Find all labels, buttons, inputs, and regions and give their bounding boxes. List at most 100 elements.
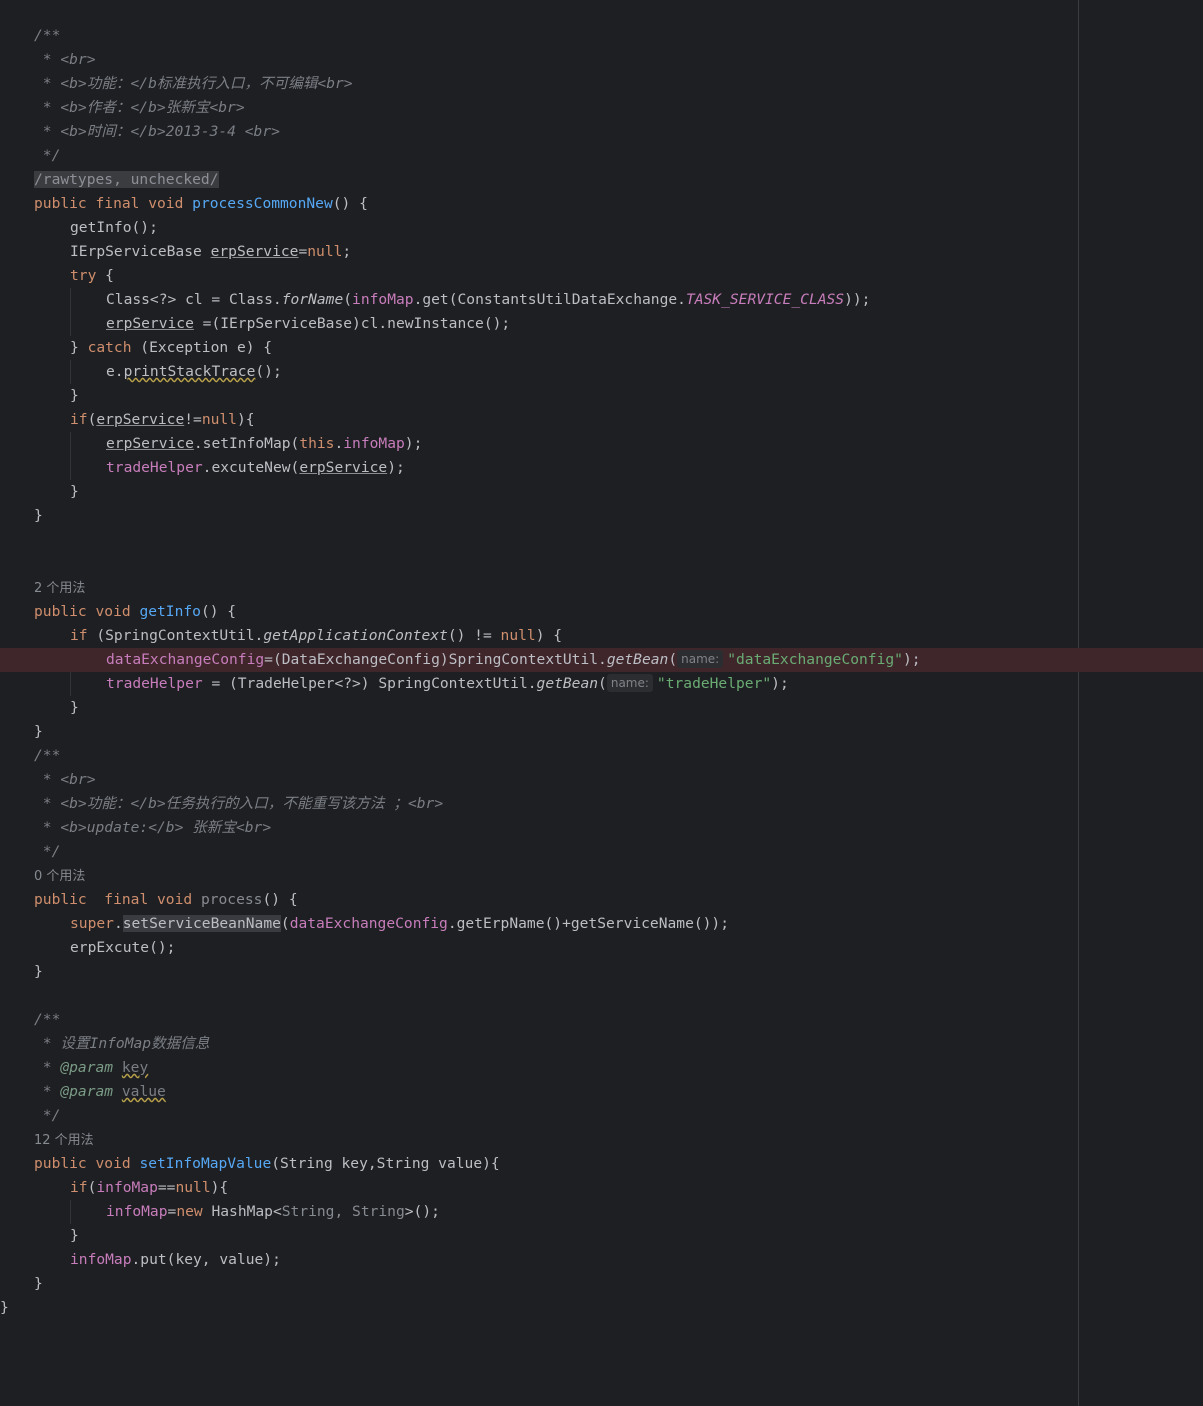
code-text: );: [771, 675, 789, 692]
code-text: }: [34, 723, 43, 740]
keyword: public void: [34, 603, 140, 620]
method-call[interactable]: setServiceBeanName: [122, 915, 281, 932]
code-line: erpService.setInfoMap(this.infoMap);: [0, 432, 1203, 456]
redundant-type-args[interactable]: String, String: [282, 1203, 405, 1220]
code-text: (String key,String value){: [271, 1155, 500, 1172]
keyword: catch: [87, 339, 132, 356]
comment-text: 标准执行入口，不可编辑: [156, 75, 318, 92]
method-name[interactable]: getInfo: [139, 603, 201, 620]
field-reference[interactable]: infoMap: [343, 435, 405, 452]
keyword: try: [70, 267, 97, 284]
comment-text: * <b>: [34, 75, 87, 92]
usages-hint[interactable]: 0 个用法: [34, 865, 85, 889]
comment-text: <br>: [209, 99, 245, 116]
static-method-call[interactable]: forName: [282, 291, 344, 308]
code-text: (: [598, 675, 607, 692]
code-text: () {: [262, 891, 298, 908]
code-vision-line: 12 个用法: [0, 1129, 1203, 1153]
code-line: * @param value: [0, 1080, 1203, 1104]
field-reference[interactable]: tradeHelper: [106, 459, 203, 476]
code-text: =: [298, 243, 308, 260]
method-name[interactable]: setInfoMapValue: [139, 1155, 271, 1172]
field-reference[interactable]: infoMap: [70, 1251, 132, 1268]
code-line: infoMap=new HashMap<String, String>();: [0, 1200, 1203, 1224]
code-text: .: [113, 915, 123, 932]
annotation-text[interactable]: /rawtypes, unchecked/: [34, 171, 219, 188]
static-method-call[interactable]: getApplicationContext: [263, 627, 448, 644]
code-line: }: [0, 1296, 1203, 1320]
local-variable[interactable]: erpService: [96, 411, 184, 428]
usages-hint[interactable]: 12 个用法: [34, 1129, 94, 1153]
javadoc-tag: @param: [60, 1059, 114, 1076]
code-line: tradeHelper.excuteNew(erpService);: [0, 456, 1203, 480]
code-line: }: [0, 384, 1203, 408]
code-line: * <b>作者：</b>张新宝<br>: [0, 96, 1203, 120]
javadoc-param-warning[interactable]: key: [122, 1059, 148, 1076]
keyword: final void: [104, 891, 201, 908]
code-line: */: [0, 144, 1203, 168]
code-text: }: [70, 699, 79, 716]
local-variable[interactable]: erpService: [106, 435, 194, 452]
code-text: () !=: [447, 627, 501, 644]
type-name[interactable]: IErpServiceBase: [70, 243, 211, 260]
string-literal: "tradeHelper": [656, 675, 772, 692]
code-line: try {: [0, 264, 1203, 288]
code-text: e.: [106, 363, 124, 380]
local-variable[interactable]: erpService: [106, 315, 194, 332]
comment-text: <br>: [407, 795, 444, 812]
method-call-warning[interactable]: printStackTrace: [124, 363, 256, 380]
code-text: (SpringContextUtil.: [87, 627, 264, 644]
code-text: {: [96, 267, 114, 284]
code-text: ();: [255, 363, 282, 380]
code-line: }: [0, 1224, 1203, 1248]
comment-text: */: [34, 147, 61, 164]
method-call[interactable]: erpExcute();: [70, 939, 175, 956]
usages-hint[interactable]: 2 个用法: [34, 577, 85, 601]
comment-text: <br>: [244, 123, 280, 140]
code-text: );: [387, 459, 405, 476]
code-line: */: [0, 840, 1203, 864]
code-line: }: [0, 960, 1203, 984]
code-text: () {: [332, 195, 368, 212]
code-text: =(DataExchangeConfig)SpringContextUtil.: [264, 651, 607, 668]
comment-text: * <br>: [34, 51, 96, 68]
method-call[interactable]: getInfo();: [70, 219, 158, 236]
field-reference[interactable]: tradeHelper: [106, 675, 203, 692]
comment-text: <br>: [235, 819, 272, 836]
code-line: /**: [0, 1008, 1203, 1032]
code-text: }: [70, 483, 79, 500]
comment-text: * <b>: [34, 819, 87, 836]
static-method-call[interactable]: getBean: [607, 651, 669, 668]
comment-text: *: [34, 1059, 61, 1076]
javadoc-tag: @param: [60, 1083, 114, 1100]
code-text: }: [34, 963, 43, 980]
keyword: if: [70, 627, 88, 644]
code-vision-line: 0 个用法: [0, 865, 1203, 889]
local-variable[interactable]: erpService: [211, 243, 299, 260]
field-reference[interactable]: dataExchangeConfig: [290, 915, 448, 932]
method-name[interactable]: processCommonNew: [192, 195, 333, 212]
local-variable[interactable]: erpService: [299, 459, 387, 476]
field-reference[interactable]: dataExchangeConfig: [106, 651, 264, 668]
breakpoint-line[interactable]: dataExchangeConfig=(DataExchangeConfig)S…: [0, 648, 1203, 672]
method-name[interactable]: process: [201, 891, 263, 908]
code-editor[interactable]: /** * <br> * <b>功能：</b标准执行入口，不可编辑<br> * …: [0, 0, 1203, 1406]
field-reference[interactable]: infoMap: [96, 1179, 158, 1196]
code-text: (: [280, 915, 290, 932]
code-text: ) {: [535, 627, 563, 644]
comment-text: <br>: [317, 75, 353, 92]
keyword: super: [70, 915, 114, 932]
comment-text: */: [34, 1107, 61, 1124]
keyword: null: [500, 627, 536, 644]
comment-text: * <br>: [34, 771, 96, 788]
field-reference[interactable]: infoMap: [352, 291, 414, 308]
code-line: getInfo();: [0, 216, 1203, 240]
field-reference[interactable]: infoMap: [106, 1203, 168, 1220]
constant-reference[interactable]: TASK_SERVICE_CLASS: [686, 291, 844, 308]
code-vision-line: 2 个用法: [0, 577, 1203, 601]
javadoc-param-warning[interactable]: value: [122, 1083, 166, 1100]
static-method-call[interactable]: getBean: [537, 675, 599, 692]
keyword: public final void: [34, 195, 193, 212]
comment-text: [113, 1083, 122, 1100]
code-line: public void getInfo() {: [0, 600, 1203, 624]
